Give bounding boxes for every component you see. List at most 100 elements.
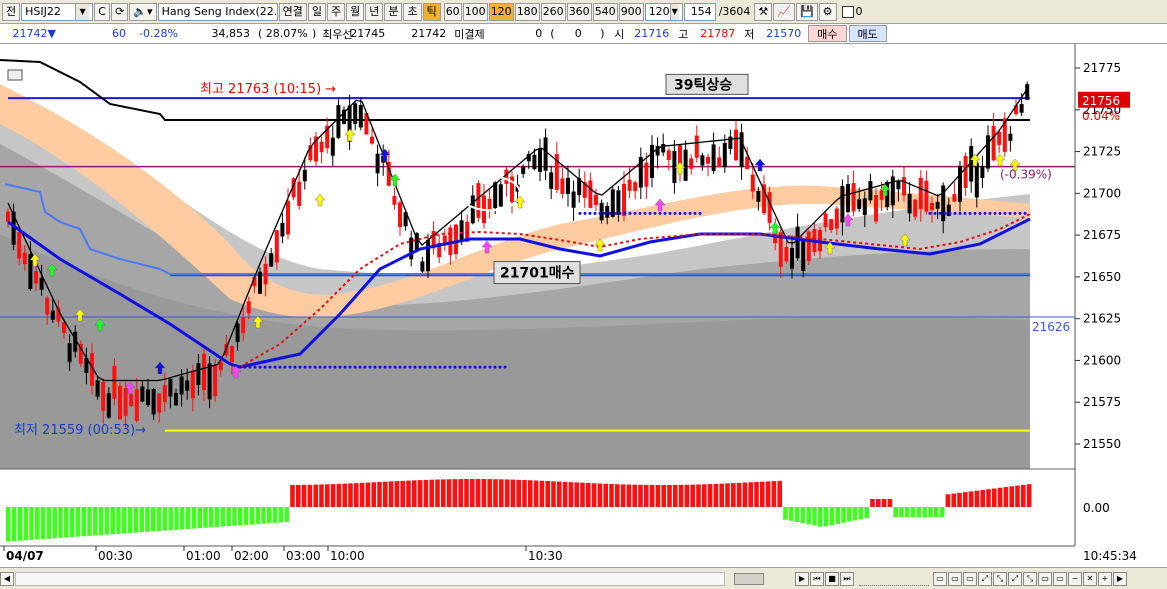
macd-bar bbox=[806, 507, 811, 525]
period-tab-4[interactable]: 년 bbox=[365, 2, 384, 21]
stop-icon[interactable]: ■ bbox=[825, 571, 839, 586]
draw-tools-icon[interactable]: ⚒ bbox=[754, 2, 773, 21]
interval-tab-260[interactable]: 260 bbox=[540, 2, 566, 21]
product-name-field: Hang Seng Index(22.0 bbox=[157, 2, 278, 21]
scroll-track[interactable] bbox=[15, 571, 764, 586]
period-tab-1[interactable]: 일 bbox=[307, 2, 326, 21]
period-tab-7[interactable]: 틱 bbox=[422, 2, 441, 21]
macd-bar bbox=[232, 507, 237, 526]
macd-bar bbox=[626, 484, 632, 507]
interval-tab-60[interactable]: 60 bbox=[443, 2, 462, 21]
chevron-down-icon[interactable]: ▼ bbox=[75, 3, 90, 20]
paren-close: ) bbox=[312, 27, 317, 40]
price-tick-label: 21775 bbox=[1083, 61, 1121, 75]
macd-bar bbox=[191, 507, 197, 529]
dot bbox=[948, 211, 952, 215]
zoom-in-icon[interactable]: + bbox=[1098, 571, 1112, 586]
period-tab-2[interactable]: 주 bbox=[326, 2, 346, 21]
close-icon[interactable]: ✕ bbox=[1083, 571, 1097, 586]
last-icon[interactable]: ⏭ bbox=[840, 571, 854, 586]
gear-icon[interactable]: ⚙ bbox=[818, 2, 837, 21]
high-label: 고 bbox=[678, 27, 689, 41]
candle bbox=[106, 393, 111, 418]
macd-bar bbox=[441, 479, 446, 507]
symbol-input[interactable]: HSIJ22 ▼ bbox=[21, 2, 94, 21]
candle bbox=[756, 190, 761, 202]
period-tab-5[interactable]: 분 bbox=[384, 2, 403, 21]
candle bbox=[370, 136, 374, 144]
zoom-slider[interactable] bbox=[859, 572, 929, 586]
candle bbox=[661, 144, 666, 153]
chevron-down-icon[interactable]: ▼ bbox=[669, 3, 679, 20]
speaker-icon[interactable]: 🔈▾ bbox=[129, 2, 157, 21]
tool-icon-2[interactable]: ▭ bbox=[948, 571, 962, 586]
macd-bar bbox=[673, 484, 678, 507]
macd-bar bbox=[417, 480, 423, 507]
market-type-button[interactable]: 전 bbox=[2, 2, 21, 21]
candle bbox=[504, 169, 509, 184]
ma-label: (-0.39%) bbox=[1000, 167, 1052, 181]
dot bbox=[413, 365, 417, 369]
macd-bar bbox=[986, 489, 991, 507]
candle bbox=[67, 343, 72, 363]
candle bbox=[532, 154, 537, 170]
scroll-left-icon[interactable]: ◀ bbox=[0, 571, 14, 586]
buy-button[interactable]: 매수 bbox=[808, 25, 847, 42]
dot bbox=[488, 365, 492, 369]
tool-icon-3[interactable]: ▭ bbox=[963, 571, 977, 586]
candle bbox=[851, 183, 856, 212]
interval-tab-100[interactable]: 100 bbox=[462, 2, 488, 21]
candle bbox=[493, 182, 498, 209]
lookup-icon[interactable]: C bbox=[94, 2, 111, 21]
interval-tab-180[interactable]: 180 bbox=[514, 2, 540, 21]
interval-tab-900[interactable]: 900 bbox=[618, 2, 644, 21]
macd-bar bbox=[104, 507, 110, 535]
dot bbox=[643, 211, 647, 215]
refresh-icon[interactable]: ⟳ bbox=[111, 2, 129, 21]
period-tab-0[interactable]: 연결 bbox=[278, 2, 307, 21]
overlay-checkbox[interactable] bbox=[841, 5, 854, 18]
candle bbox=[823, 213, 828, 228]
dot bbox=[408, 365, 412, 369]
period-tab-3[interactable]: 월 bbox=[346, 2, 365, 21]
macd-bar bbox=[435, 479, 440, 507]
save-icon[interactable]: 💾 bbox=[795, 2, 818, 21]
price-tick-label: 21650 bbox=[1083, 270, 1121, 284]
play-icon[interactable]: ▶ bbox=[795, 571, 809, 586]
interval-tab-120[interactable]: 120 bbox=[488, 2, 514, 21]
tool-icon-6[interactable]: ⤢ bbox=[1008, 571, 1022, 586]
tool-icon-4[interactable]: ⤢ bbox=[978, 571, 992, 586]
tool-icon-7[interactable]: ⤡ bbox=[1023, 571, 1037, 586]
macd-bar bbox=[81, 507, 86, 537]
tool-icon-1[interactable]: ▭ bbox=[933, 571, 947, 586]
count-input[interactable]: 154 bbox=[683, 2, 716, 21]
chart-area[interactable]: 21775 21750 21725 21700 21675 21650 21625 21600… bbox=[0, 44, 1167, 569]
sell-button[interactable]: 매도 bbox=[848, 25, 887, 42]
candle bbox=[157, 393, 162, 413]
dot bbox=[348, 365, 352, 369]
chart-type-icon[interactable]: 📈 bbox=[773, 2, 795, 21]
first-icon[interactable]: ⏮ bbox=[810, 571, 824, 586]
scroll-right-icon[interactable]: ▶ bbox=[1113, 571, 1127, 586]
tool-icon-9[interactable]: ▭ bbox=[1053, 571, 1067, 586]
candle bbox=[857, 199, 862, 210]
tool-icon-5[interactable]: ⤡ bbox=[993, 571, 1007, 586]
price-tick-label: 21725 bbox=[1083, 145, 1121, 159]
macd-bar bbox=[6, 507, 11, 542]
candle bbox=[336, 105, 341, 138]
tool-icon-8[interactable]: ▭ bbox=[1038, 571, 1052, 586]
interval-tab-540[interactable]: 540 bbox=[592, 2, 618, 21]
candle bbox=[650, 144, 654, 178]
scroll-thumb[interactable] bbox=[734, 572, 764, 585]
price-tick-label: 21550 bbox=[1083, 437, 1121, 451]
macd-bar bbox=[116, 507, 121, 534]
zoom-out-icon[interactable]: − bbox=[1068, 571, 1082, 586]
macd-bar bbox=[562, 481, 568, 507]
macd-bar bbox=[64, 507, 69, 538]
period-tab-6[interactable]: 초 bbox=[403, 2, 422, 21]
price-chart[interactable]: 2177521750217252170021675216502162521600… bbox=[0, 44, 1167, 569]
interval-select[interactable]: 120 ▼ bbox=[644, 2, 683, 21]
interval-tab-360[interactable]: 360 bbox=[566, 2, 592, 21]
dot bbox=[693, 211, 697, 215]
macd-bar bbox=[719, 483, 724, 507]
